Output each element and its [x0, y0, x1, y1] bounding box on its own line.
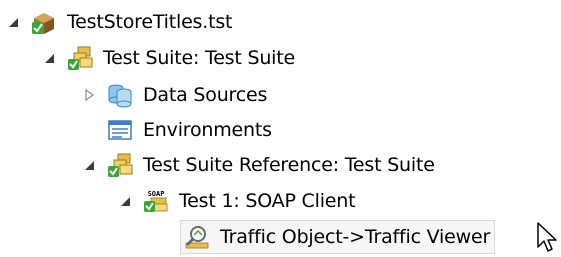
tree-node-test-1[interactable]: SOAP Test 1: SOAP Client [118, 184, 356, 218]
expanded-arrow-icon[interactable] [82, 158, 96, 172]
tree-node-environments[interactable]: Environments [106, 113, 272, 147]
traffic-viewer-icon [185, 226, 209, 249]
tree-node-root[interactable]: TestStoreTitles.tst [6, 5, 232, 39]
tree-node-test-suite-reference[interactable]: Test Suite Reference: Test Suite [82, 148, 435, 182]
mouse-pointer-icon [537, 222, 557, 252]
test-tree: TestStoreTitles.tst Test Suite: Test Sui… [0, 0, 561, 257]
environments-icon [108, 120, 132, 140]
selection-highlight[interactable]: Traffic Object->Traffic Viewer [180, 220, 496, 254]
test-file-icon [32, 13, 54, 34]
tree-node-data-sources[interactable]: Data Sources [82, 78, 267, 112]
tree-node-label: Traffic Object->Traffic Viewer [220, 226, 491, 248]
tree-node-label: Test Suite Reference: Test Suite [143, 154, 435, 176]
expanded-arrow-icon[interactable] [118, 194, 132, 208]
test-suite-reference-icon [108, 153, 133, 177]
tree-node-label: Environments [143, 119, 272, 141]
tree-node-label: TestStoreTitles.tst [67, 11, 233, 33]
data-sources-icon [108, 84, 132, 108]
tree-node-label: Data Sources [143, 84, 268, 106]
collapsed-arrow-icon[interactable] [82, 88, 96, 102]
test-suite-icon [68, 46, 93, 70]
expanded-arrow-icon[interactable] [42, 51, 56, 65]
tree-node-label: Test 1: SOAP Client [179, 190, 356, 212]
soap-client-icon: SOAP [144, 190, 168, 212]
expanded-arrow-icon[interactable] [6, 15, 20, 29]
tree-node-label: Test Suite: Test Suite [103, 47, 295, 69]
tree-node-traffic-viewer[interactable]: Traffic Object->Traffic Viewer [180, 220, 496, 254]
tree-node-test-suite[interactable]: Test Suite: Test Suite [42, 41, 295, 75]
svg-text:SOAP: SOAP [148, 190, 165, 198]
